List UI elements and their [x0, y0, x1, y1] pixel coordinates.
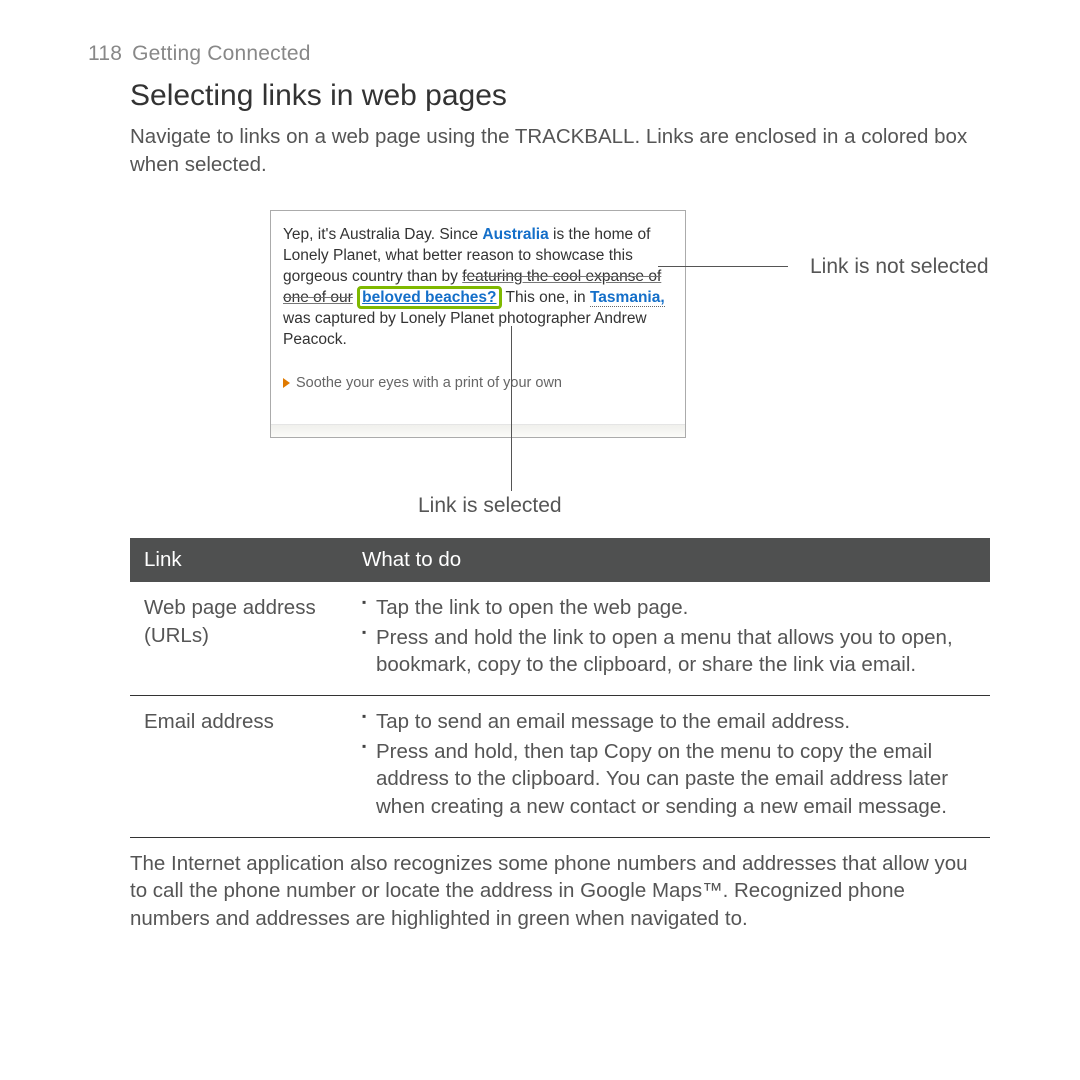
figure-footer-line: Soothe your eyes with a print of your ow… [296, 375, 562, 391]
table-cell-actions: Tap to send an email message to the emai… [348, 695, 990, 837]
callout-not-selected: Link is not selected [810, 253, 989, 281]
table-cell-link-type: Email address [130, 695, 348, 837]
callout-line-down [511, 326, 512, 491]
callout-line-right [658, 266, 788, 267]
table-cell-link-type: Web page address (URLs) [130, 582, 348, 696]
link-selected-highlight[interactable]: beloved beaches? [357, 286, 501, 309]
link-australia[interactable]: Australia [482, 226, 548, 243]
list-item: Tap the link to open the web page. [362, 594, 976, 622]
section-intro: Navigate to links on a web page using th… [130, 123, 990, 178]
figure-footer-bar [271, 424, 685, 437]
figure-area: Yep, it's Australia Day. Since Australia… [270, 208, 990, 508]
figure-text: Yep, it's Australia Day. Since [283, 226, 482, 243]
table-row: Email address Tap to send an email messa… [130, 695, 990, 837]
section-heading: Selecting links in web pages [130, 76, 990, 117]
chapter-title: Getting Connected [132, 42, 311, 65]
table-header-link: Link [130, 538, 348, 582]
table-cell-actions: Tap the link to open the web page. Press… [348, 582, 990, 696]
list-item: Tap to send an email message to the emai… [362, 708, 976, 736]
table-row: Web page address (URLs) Tap the link to … [130, 582, 990, 696]
table-header-action: What to do [348, 538, 990, 582]
list-item: Press and hold the link to open a menu t… [362, 624, 976, 679]
figure-text: was captured by Lonely Planet photograph… [283, 310, 647, 348]
link-tasmania[interactable]: Tasmania, [590, 289, 665, 307]
after-paragraph: The Internet application also recognizes… [130, 850, 990, 933]
link-actions-table: Link What to do Web page address (URLs) … [130, 538, 990, 837]
page-number: 118 [88, 42, 122, 65]
figure-text: This one, in [502, 289, 590, 306]
chevron-icon [283, 378, 290, 388]
browser-preview-box: Yep, it's Australia Day. Since Australia… [270, 210, 686, 437]
page-header: 118 Getting Connected [88, 40, 990, 68]
list-item: Press and hold, then tap Copy on the men… [362, 738, 976, 821]
callout-selected: Link is selected [418, 492, 562, 520]
